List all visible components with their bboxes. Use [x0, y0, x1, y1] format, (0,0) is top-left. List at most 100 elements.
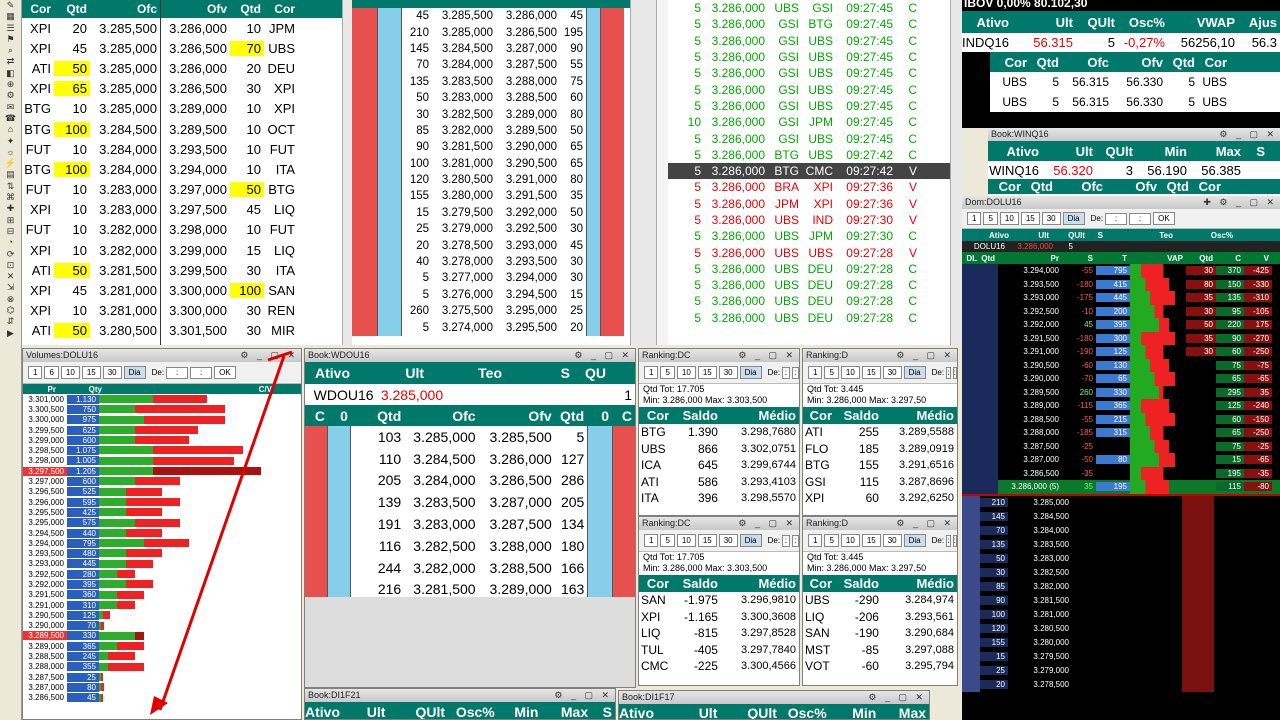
trade-row[interactable]: 10 3.286,000 GSI JPM 09:27:45 C: [668, 114, 950, 130]
toolbar-icon-26[interactable]: ⊗: [0, 294, 21, 305]
dom-row[interactable]: 3.287,000 -50 80 15 -65: [962, 453, 1280, 467]
dom-bid-row[interactable]: 50 3.283,000: [962, 551, 1280, 566]
depth-row[interactable]: 45 3.285,500 3.286,000 45: [352, 8, 630, 25]
ranking-row[interactable]: CMC -225 3.300,4566: [639, 658, 799, 675]
toolbar-icon-4[interactable]: ⌕: [0, 45, 21, 56]
ranking-row[interactable]: LIQ -206 3.293,561: [803, 609, 957, 626]
ranking-row[interactable]: LIQ -815 3.297,8528: [639, 625, 799, 642]
depth-row[interactable]: 100 3.281,000 3.290,500 65: [352, 155, 630, 172]
orderbook-row[interactable]: XPI 10 3.281,000 3.300,000 30 REN: [22, 301, 342, 321]
rank2-date-field[interactable]: :: [782, 534, 790, 547]
orderbook-row[interactable]: BTG 100 3.284,500 3.289,500 10 OCT: [22, 119, 342, 139]
rank2-btn-5[interactable]: 5: [660, 534, 675, 547]
depth-row[interactable]: 25 3.279,000 3.292,500 30: [352, 221, 630, 238]
trade-row[interactable]: 5 3.286,000 BTG UBS 09:27:42 C: [668, 147, 950, 163]
rank1-btn-5[interactable]: 5: [824, 366, 839, 379]
depth-row[interactable]: 260 3.275,500 3.295,000 25: [352, 303, 630, 320]
volume-row[interactable]: 3.300,500 750: [23, 404, 301, 414]
ranking-row[interactable]: XPI -1.165 3.300,3608: [639, 609, 799, 626]
volume-row[interactable]: 3.286,500 45: [23, 693, 301, 703]
orderbook-mid-scrollbar[interactable]: [630, 0, 656, 345]
toolbar-icon-27[interactable]: ⌬: [0, 305, 21, 316]
depth-row[interactable]: 5 3.276,000 3.294,500 15: [352, 286, 630, 304]
depth-row[interactable]: 70 3.284,000 3.287,500 55: [352, 57, 630, 74]
dom-row[interactable]: 3.290,500 -60 130 75 -75: [962, 358, 1280, 372]
toolbar-icon-9[interactable]: ✉: [0, 102, 21, 113]
dom-row[interactable]: 3.288,000 -185 315 65 -250: [962, 426, 1280, 440]
toolbar-icon-21[interactable]: ◔: [0, 237, 21, 248]
depth-row[interactable]: 210 3.285,000 3.286,500 195: [352, 24, 630, 41]
toolbar-icon-3[interactable]: ⚑: [0, 34, 21, 45]
trades-scrollbar[interactable]: [950, 0, 962, 345]
trade-row[interactable]: 5 3.286,000 UBS DEU 09:27:28 C: [668, 310, 950, 326]
volume-row[interactable]: 3.298,000 1.005: [23, 456, 301, 466]
vol-btn-ok[interactable]: OK: [214, 366, 236, 379]
volume-row[interactable]: 3.297,500 1.205: [23, 466, 301, 476]
ranking-row[interactable]: ATI 586 3.293,4103: [639, 474, 799, 491]
volume-row[interactable]: 3.292,500 280: [23, 569, 301, 579]
depth-row[interactable]: 40 3.278,000 3.293,500 30: [352, 253, 630, 271]
volume-row[interactable]: 3.290,500 125: [23, 610, 301, 620]
trade-row[interactable]: 5 3.286,000 GSI UBS 09:27:45 C: [668, 98, 950, 114]
vol-btn-1[interactable]: 1: [28, 366, 43, 379]
ibov-book-row[interactable]: UBS 5 56.315 56.330 5 UBS: [990, 92, 1280, 112]
toolbar-icon-7[interactable]: ⊕: [0, 79, 21, 90]
toolbar-icon-2[interactable]: ☰: [0, 23, 21, 34]
toolbar-icon-14[interactable]: ⚡: [0, 158, 21, 169]
dom-bid-row[interactable]: 20 3.278,500: [962, 677, 1280, 692]
dom-row[interactable]: 3.287,500 -25 75 -25: [962, 439, 1280, 453]
volume-row[interactable]: 3.287,000 80: [23, 682, 301, 692]
volume-row[interactable]: 3.288,500 245: [23, 651, 301, 662]
rank3-btn-10[interactable]: 10: [840, 534, 860, 547]
toolbar-icon-22[interactable]: ⟳: [0, 249, 21, 260]
orderbook-row[interactable]: FUT 10 3.284,000 3.293,500 10 FUT: [22, 139, 342, 159]
rank3-btn-dia[interactable]: Dia: [903, 534, 926, 547]
ranking-row[interactable]: BTG 155 3.291,6516: [803, 457, 957, 474]
wdou-book-row[interactable]: 110 3.284,500 3.286,000 127: [305, 447, 635, 470]
orderbook-row[interactable]: XPI 10 3.282,000 3.299,000 15 LIQ: [22, 240, 342, 260]
ranking-row[interactable]: UBS 866 3.302,0751: [639, 441, 799, 458]
toolbar-icon-19[interactable]: ⊞: [0, 215, 21, 226]
orderbook-row[interactable]: XPI 20 3.285,500 3.286,000 10 JPM: [22, 18, 342, 38]
ranking-row[interactable]: ATI 255 3.289,5588: [803, 424, 957, 441]
rank2-btn-15[interactable]: 15: [697, 534, 717, 547]
rank0-btn-1[interactable]: 1: [644, 366, 659, 379]
dom-bid-row[interactable]: 25 3.279,000: [962, 663, 1280, 678]
dom-bid-row[interactable]: 30 3.282,500: [962, 565, 1280, 580]
rank3-btn-1[interactable]: 1: [808, 534, 823, 547]
trade-row[interactable]: 5 3.286,000 JPM XPI 09:27:36 V: [668, 196, 950, 212]
dom-btn-ok[interactable]: OK: [1153, 212, 1175, 225]
depth-row[interactable]: 30 3.282,500 3.289,000 80: [352, 106, 630, 123]
ranking-row[interactable]: FLO 185 3.289,0919: [803, 441, 957, 458]
dom-bid-row[interactable]: 210 3.285,000: [962, 495, 1280, 510]
trade-row[interactable]: 5 3.286,000 GSI BTG 09:27:45 C: [668, 16, 950, 32]
depth-row[interactable]: 15 3.279,500 3.292,000 50: [352, 204, 630, 222]
toolbar-icon-13[interactable]: ☼: [0, 147, 21, 158]
volume-row[interactable]: 3.295,000 575: [23, 518, 301, 528]
dom-row[interactable]: 3.291,000 -190 125 30 60 -250: [962, 345, 1280, 359]
volume-row[interactable]: 3.291,000 310: [23, 600, 301, 610]
ranking-row[interactable]: TUL -405 3.297,7840: [639, 642, 799, 659]
wdou-book-row[interactable]: 191 3.283,000 3.287,500 134: [305, 513, 635, 535]
rank0-date-field[interactable]: :: [782, 366, 790, 379]
orderbook-row[interactable]: XPI 65 3.285,000 3.286,500 30 XPI: [22, 79, 342, 99]
ibov-book-row[interactable]: UBS 5 56.315 56.330 5 UBS: [990, 72, 1280, 92]
rank2-btn-10[interactable]: 10: [676, 534, 696, 547]
vol-btn-30[interactable]: 30: [102, 366, 122, 379]
volume-row[interactable]: 3.301,000 1.130: [23, 394, 301, 404]
dom-bid-row[interactable]: 15 3.279,500: [962, 649, 1280, 664]
dom-bid-row[interactable]: 90 3.281,500: [962, 593, 1280, 608]
ranking-row[interactable]: GSI 115 3.287,8696: [803, 474, 957, 491]
dom-bid-row[interactable]: 155 3.280,000: [962, 635, 1280, 650]
toolbar-icon-28[interactable]: ⇵: [0, 316, 21, 327]
rank3-btn-15[interactable]: 15: [861, 534, 881, 547]
rank1-btn-30[interactable]: 30: [882, 366, 902, 379]
volume-row[interactable]: 3.289,500 330: [23, 631, 301, 641]
volume-row[interactable]: 3.290,000 70: [23, 621, 301, 631]
trade-row[interactable]: 5 3.286,000 UBS UBS 09:27:28 V: [668, 244, 950, 260]
dom-bid-row[interactable]: 70 3.284,000: [962, 523, 1280, 538]
depth-row[interactable]: 135 3.283,500 3.288,000 75: [352, 73, 630, 90]
trade-row[interactable]: 5 3.286,000 GSI UBS 09:27:45 C: [668, 33, 950, 49]
rank3-btn-30[interactable]: 30: [882, 534, 902, 547]
volume-row[interactable]: 3.294,500 440: [23, 528, 301, 538]
